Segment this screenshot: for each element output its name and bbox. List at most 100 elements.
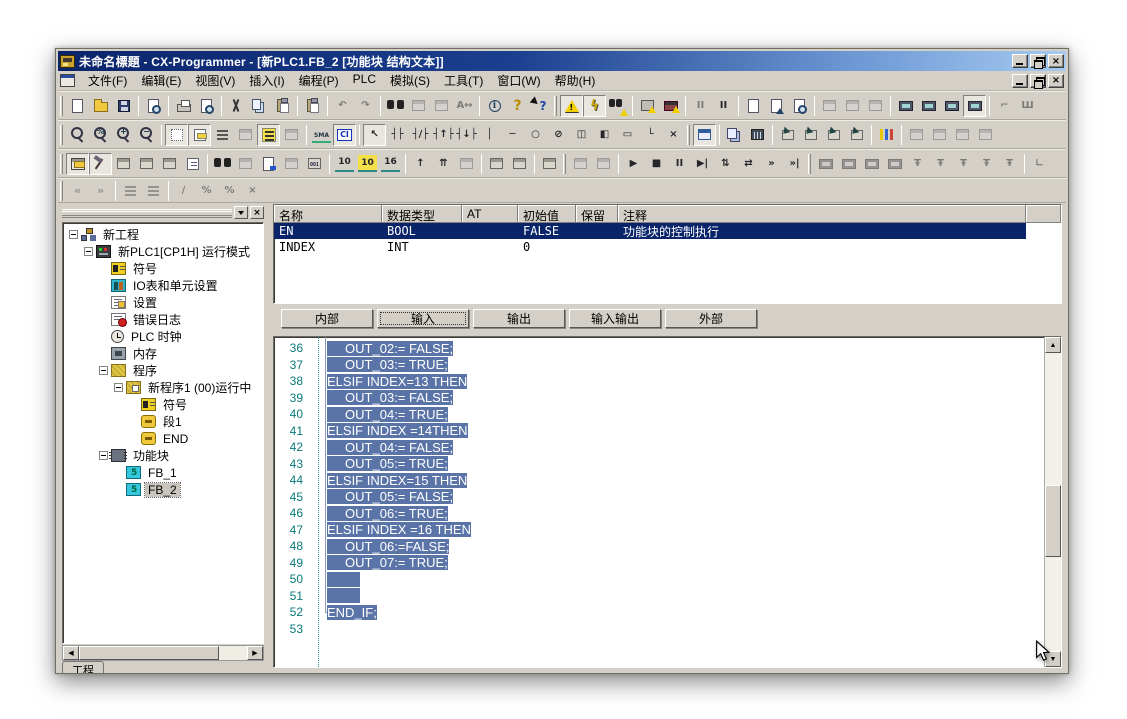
insert-rung-below-button[interactable] <box>799 124 822 146</box>
stop-button[interactable]: ■ <box>645 153 668 175</box>
change-all-button[interactable]: A↔ <box>453 95 476 117</box>
new-coil-button[interactable]: ○ <box>524 124 547 146</box>
find-bit-addresses-button[interactable] <box>211 153 234 175</box>
insert-row-button[interactable] <box>822 124 845 146</box>
transfer-from-plc-button[interactable] <box>508 153 531 175</box>
scroll-left-button[interactable]: ◀ <box>63 646 79 660</box>
close-button[interactable]: × <box>1048 54 1064 68</box>
code-line[interactable]: 39 OUT_03:= FALSE; <box>274 390 1044 407</box>
compile-all-programs-button[interactable] <box>746 124 769 146</box>
replace-button[interactable] <box>407 95 430 117</box>
code-line[interactable]: 42 OUT_04:= FALSE; <box>274 439 1044 456</box>
code-line[interactable]: 45 OUT_05:= FALSE; <box>274 489 1044 506</box>
paste-button[interactable] <box>271 95 294 117</box>
restore-button[interactable] <box>1030 54 1046 68</box>
tree-item-section1[interactable]: 段1 <box>65 413 263 430</box>
work-online-button[interactable] <box>636 95 659 117</box>
code-line[interactable]: 40 OUT_04:= TRUE; <box>274 406 1044 423</box>
save-project-button[interactable] <box>112 95 135 117</box>
toolbar-grip[interactable] <box>60 125 63 145</box>
child-minimize-button[interactable] <box>1012 74 1028 88</box>
print-button[interactable] <box>172 95 195 117</box>
new-closed-coil-button[interactable]: ⊘ <box>547 124 570 146</box>
tab-output[interactable]: 输出 <box>473 309 565 328</box>
tree-item-memory[interactable]: 内存 <box>65 345 263 362</box>
about-button[interactable]: i <box>483 95 506 117</box>
tree-item-function-blocks[interactable]: 功能块 <box>65 447 263 464</box>
monitor-signed-decimal-button[interactable]: 10 <box>356 153 379 175</box>
tree-collapse-icon[interactable] <box>114 383 123 392</box>
redo-button[interactable]: ↷ <box>354 95 377 117</box>
window-d-button[interactable] <box>974 124 997 146</box>
table-row-1[interactable]: ENBOOLFALSE功能块的控制执行 <box>274 223 1026 239</box>
code-line[interactable]: 43 OUT_05:= TRUE; <box>274 456 1044 473</box>
transfer-to-plc-button[interactable] <box>485 153 508 175</box>
align-list-bottom-button[interactable] <box>142 180 165 202</box>
vertical-splitter[interactable] <box>264 204 273 673</box>
tree-horizontal-scrollbar[interactable]: ◀ ▶ <box>62 645 264 661</box>
code-line[interactable]: 37 OUT_03:= TRUE; <box>274 357 1044 374</box>
page-setup-button[interactable] <box>142 95 165 117</box>
drag-grip[interactable] <box>62 209 232 218</box>
child-close-button[interactable]: × <box>1048 74 1064 88</box>
indent-left-button[interactable]: « <box>66 180 89 202</box>
scroll-right-button[interactable]: ▶ <box>247 646 263 660</box>
new-instruction-button[interactable]: ▭ <box>616 124 639 146</box>
menu-item-tools[interactable]: 工具(T) <box>437 70 490 91</box>
st-code-editor[interactable]: 36 OUT_02:= FALSE;37 OUT_03:= TRUE;38ELS… <box>273 336 1062 668</box>
toolbar-grip[interactable] <box>563 154 566 174</box>
mon-t5-button[interactable]: Ŧ <box>998 153 1021 175</box>
cross-reference-button[interactable] <box>135 153 158 175</box>
code-line[interactable]: 50 <box>274 571 1044 588</box>
st-view-button[interactable]: CI <box>333 124 356 146</box>
column-header-3[interactable]: AT <box>462 205 518 223</box>
code-line[interactable]: 52END_IF; <box>274 604 1044 621</box>
display-watch-button[interactable] <box>894 95 917 117</box>
zoom-region-button[interactable]: % <box>89 124 112 146</box>
code-line[interactable]: 48 OUT_06:=FALSE; <box>274 538 1044 555</box>
display-status-button[interactable] <box>940 95 963 117</box>
indent-right-button[interactable]: » <box>89 180 112 202</box>
step-resume-button[interactable]: ⇄ <box>737 153 760 175</box>
monitor-decimal-button[interactable]: 10 <box>333 153 356 175</box>
mnemonic-view-button[interactable]: SMA <box>310 124 333 146</box>
new-closed-contact-button[interactable]: ┤/├ <box>409 124 432 146</box>
scrollbar-thumb[interactable] <box>79 646 219 660</box>
align-list-top-button[interactable] <box>119 180 142 202</box>
pause-button[interactable]: II <box>712 95 735 117</box>
mon-t3-button[interactable]: Ŧ <box>952 153 975 175</box>
show-grid-button[interactable] <box>165 124 188 146</box>
new-or-contact-button[interactable]: ┤↑├ <box>432 124 455 146</box>
menu-item-plc[interactable]: PLC <box>346 70 383 91</box>
copy-button[interactable] <box>248 95 271 117</box>
tree-item-new-program-1[interactable]: 新程序1 (00)运行中 <box>65 379 263 396</box>
code-line[interactable]: 46 OUT_06:= TRUE; <box>274 505 1044 522</box>
delete-row-button[interactable] <box>845 124 868 146</box>
window-a-button[interactable] <box>905 124 928 146</box>
toolbar-grip[interactable] <box>60 181 63 201</box>
zoom-in-button[interactable]: + <box>112 124 135 146</box>
code-line[interactable]: 44ELSIF INDEX=15 THEN <box>274 472 1044 489</box>
code-line[interactable]: 47ELSIF INDEX =16 THEN <box>274 522 1044 539</box>
mon-screen-2-button[interactable] <box>837 153 860 175</box>
line-delete-button[interactable]: × <box>662 124 685 146</box>
tree-item-end[interactable]: END <box>65 430 263 447</box>
code-line[interactable]: 41ELSIF INDEX =14THEN <box>274 423 1044 440</box>
paste-special-button[interactable] <box>301 95 324 117</box>
tree-item-error-log[interactable]: 错误日志 <box>65 311 263 328</box>
new-set-instruction-button[interactable]: ◫ <box>570 124 593 146</box>
monitor-b-button[interactable] <box>841 95 864 117</box>
step-into-button[interactable]: ⇅ <box>714 153 737 175</box>
open-project-button[interactable] <box>89 95 112 117</box>
display-cycle-button[interactable] <box>963 95 986 117</box>
line-connect-button[interactable]: └ <box>639 124 662 146</box>
menu-item-window[interactable]: 窗口(W) <box>490 70 547 91</box>
toolbar-grip[interactable] <box>554 96 557 116</box>
tab-external[interactable]: 外部 <box>665 309 757 328</box>
code-line[interactable]: 36 OUT_02:= FALSE; <box>274 340 1044 357</box>
workspace-close-button[interactable]: × <box>250 206 264 219</box>
tree-collapse-icon[interactable] <box>84 247 93 256</box>
pause-release-button[interactable] <box>592 153 615 175</box>
find-button[interactable] <box>384 95 407 117</box>
toggle-output-window-button[interactable] <box>89 153 112 175</box>
